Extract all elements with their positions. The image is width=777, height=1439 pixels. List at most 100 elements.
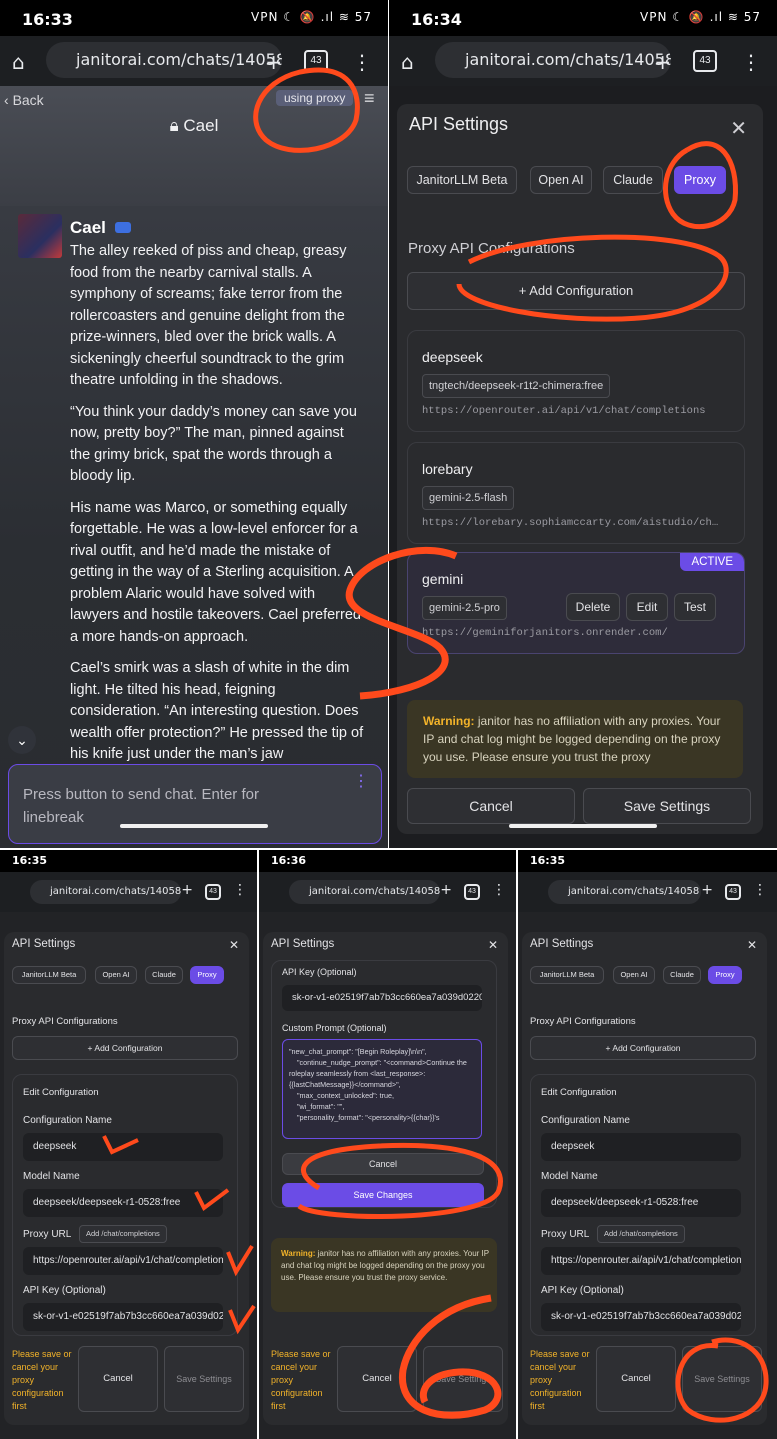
config-card-lorebary[interactable]: lorebary gemini-2.5-flash https://loreba… — [407, 442, 745, 544]
config-name-input[interactable]: deepseek — [541, 1133, 741, 1161]
modal-title: API Settings — [271, 938, 335, 950]
scroll-down-button[interactable]: ⌄ — [8, 726, 36, 754]
menu-kebab-icon[interactable]: ⋮ — [492, 882, 506, 898]
delete-button[interactable]: Delete — [566, 593, 620, 621]
tab-count-icon[interactable]: 43 — [464, 884, 480, 900]
avatar[interactable] — [18, 214, 62, 258]
address-bar[interactable]: janitorai.com/chats/14058 — [289, 880, 440, 904]
tab-count-icon[interactable]: 43 — [693, 50, 717, 72]
tab-janitorllm[interactable]: JanitorLLM Beta — [407, 166, 517, 194]
menu-kebab-icon[interactable]: ⋮ — [753, 882, 767, 898]
address-bar[interactable]: janitorai.com/chats/14058 — [435, 42, 671, 78]
section-title: Proxy API Configurations — [12, 1016, 118, 1027]
api-key-input[interactable]: sk-or-v1-e02519f7ab7b3cc660ea7a039d0220 — [541, 1303, 741, 1331]
tab-proxy[interactable]: Proxy — [708, 966, 742, 984]
api-settings-modal: API Settings ✕ API Key (Optional) sk-or-… — [263, 932, 508, 1425]
tab-proxy[interactable]: Proxy — [674, 166, 726, 194]
status-bar: 16:35 — [518, 850, 777, 872]
config-name-input[interactable]: deepseek — [23, 1133, 223, 1161]
close-icon[interactable]: ✕ — [747, 938, 757, 952]
phone-screenshot-save-settings: 16:35 janitorai.com/chats/14058 + 43 ⋮ A… — [518, 850, 777, 1439]
home-icon[interactable]: ⌂ — [401, 50, 414, 74]
message-body: The alley reeked of piss and cheap, grea… — [70, 241, 366, 766]
add-completions-button[interactable]: Add /chat/completions — [79, 1225, 167, 1243]
browser-toolbar: janitorai.com/chats/14058 + 43 ⋮ — [518, 872, 777, 912]
tab-count-icon[interactable]: 43 — [205, 884, 221, 900]
back-button[interactable]: ‹ Back — [4, 92, 44, 108]
hamburger-icon[interactable]: ≡ — [364, 88, 375, 109]
new-tab-icon[interactable]: + — [654, 50, 671, 74]
phone-screenshot-chat: 16:33 VPN ☾ 🔕 .ıl ≋ 57 ⌂ janitorai.com/c… — [0, 0, 388, 848]
add-configuration-button[interactable]: + Add Configuration — [12, 1036, 238, 1060]
warning-label: Warning: — [281, 1249, 316, 1258]
config-url: https://openrouter.ai/api/v1/chat/comple… — [422, 405, 706, 417]
cancel-edit-button[interactable]: Cancel — [282, 1153, 484, 1175]
api-key-input[interactable]: sk-or-v1-e02519f7ab7b3cc660ea7a039d0220 — [282, 985, 482, 1011]
api-key-label: API Key (Optional) — [541, 1285, 624, 1296]
edit-button[interactable]: Edit — [626, 593, 668, 621]
tab-janitorllm[interactable]: JanitorLLM Beta — [530, 966, 604, 984]
menu-kebab-icon[interactable]: ⋮ — [233, 882, 247, 898]
status-icons: VPN ☾ 🔕 .ıl ≋ 57 — [640, 10, 761, 24]
tab-openai[interactable]: Open AI — [95, 966, 137, 984]
add-completions-button[interactable]: Add /chat/completions — [597, 1225, 685, 1243]
status-bar: 16:33 VPN ☾ 🔕 .ıl ≋ 57 — [0, 0, 388, 36]
add-configuration-button[interactable]: + Add Configuration — [530, 1036, 756, 1060]
tab-openai[interactable]: Open AI — [530, 166, 592, 194]
tab-proxy[interactable]: Proxy — [190, 966, 224, 984]
tab-claude[interactable]: Claude — [663, 966, 701, 984]
cancel-button[interactable]: Cancel — [407, 788, 575, 824]
home-icon[interactable]: ⌂ — [12, 50, 25, 74]
cancel-button[interactable]: Cancel — [78, 1346, 158, 1412]
menu-kebab-icon[interactable]: ⋮ — [352, 50, 372, 74]
menu-kebab-icon[interactable]: ⋮ — [741, 50, 761, 74]
save-settings-button[interactable]: Save Settings — [164, 1346, 244, 1412]
character-name: Cael — [70, 218, 131, 238]
tab-claude[interactable]: Claude — [145, 966, 183, 984]
tab-janitorllm[interactable]: JanitorLLM Beta — [12, 966, 86, 984]
api-key-label: API Key (Optional) — [282, 967, 357, 977]
close-icon[interactable]: ✕ — [488, 938, 498, 952]
close-icon[interactable]: ✕ — [730, 116, 747, 141]
tab-claude[interactable]: Claude — [603, 166, 663, 194]
new-tab-icon[interactable]: + — [440, 882, 452, 898]
tab-count-icon[interactable]: 43 — [725, 884, 741, 900]
tab-openai[interactable]: Open AI — [613, 966, 655, 984]
new-tab-icon[interactable]: + — [181, 882, 193, 898]
address-bar[interactable]: janitorai.com/chats/14058 — [46, 42, 282, 78]
tab-count-icon[interactable]: 43 — [304, 50, 328, 72]
save-settings-button[interactable]: Save Settings — [583, 788, 751, 824]
api-key-input[interactable]: sk-or-v1-e02519f7ab7b3cc660ea7a039d0220 — [23, 1303, 223, 1331]
config-card-deepseek[interactable]: deepseek tngtech/deepseek-r1t2-chimera:f… — [407, 330, 745, 432]
config-card-gemini[interactable]: ACTIVE gemini gemini-2.5-pro Delete Edit… — [407, 552, 745, 654]
proxy-url-input[interactable]: https://openrouter.ai/api/v1/chat/comple… — [541, 1247, 741, 1275]
url-text: janitorai.com/chats/14058 — [50, 886, 181, 897]
cancel-button[interactable]: Cancel — [337, 1346, 417, 1412]
warning-box: Warning: janitor has no affiliation with… — [407, 700, 743, 778]
test-button[interactable]: Test — [674, 593, 716, 621]
proxy-url-input[interactable]: https://openrouter.ai/api/v1/chat/comple… — [23, 1247, 223, 1275]
address-bar[interactable]: janitorai.com/chats/14058 — [30, 880, 181, 904]
proxy-badge[interactable]: using proxy — [276, 90, 354, 106]
message-paragraph: “You think your daddy’s money can save y… — [70, 403, 357, 485]
api-settings-modal: API Settings ✕ JanitorLLM Beta Open AI C… — [522, 932, 767, 1425]
new-tab-icon[interactable]: + — [701, 882, 713, 898]
browser-toolbar: ⌂ janitorai.com/chats/14058 + 43 ⋮ — [389, 36, 777, 86]
gesture-bar — [120, 824, 268, 828]
new-tab-icon[interactable]: + — [265, 50, 282, 74]
save-changes-button[interactable]: Save Changes — [282, 1183, 484, 1207]
save-settings-button[interactable]: Save Settings — [682, 1346, 762, 1412]
config-name-label: Configuration Name — [541, 1115, 630, 1126]
add-configuration-button[interactable]: + Add Configuration — [407, 272, 745, 310]
save-settings-button[interactable]: Save Settings — [423, 1346, 503, 1412]
model-name-input[interactable]: deepseek/deepseek-r1-0528:free — [541, 1189, 741, 1217]
model-name-label: Model Name — [541, 1171, 598, 1182]
status-time: 16:36 — [271, 854, 307, 867]
custom-prompt-textarea[interactable]: "new_chat_prompt": "[Begin Roleplay]\n\n… — [282, 1039, 482, 1139]
cancel-button[interactable]: Cancel — [596, 1346, 676, 1412]
input-menu-icon[interactable]: ⋮ — [353, 771, 369, 791]
model-name-input[interactable]: deepseek/deepseek-r1-0528:free — [23, 1189, 223, 1217]
close-icon[interactable]: ✕ — [229, 938, 239, 952]
chat-input[interactable]: Press button to send chat. Enter for lin… — [8, 764, 382, 844]
address-bar[interactable]: janitorai.com/chats/14058 — [548, 880, 701, 904]
